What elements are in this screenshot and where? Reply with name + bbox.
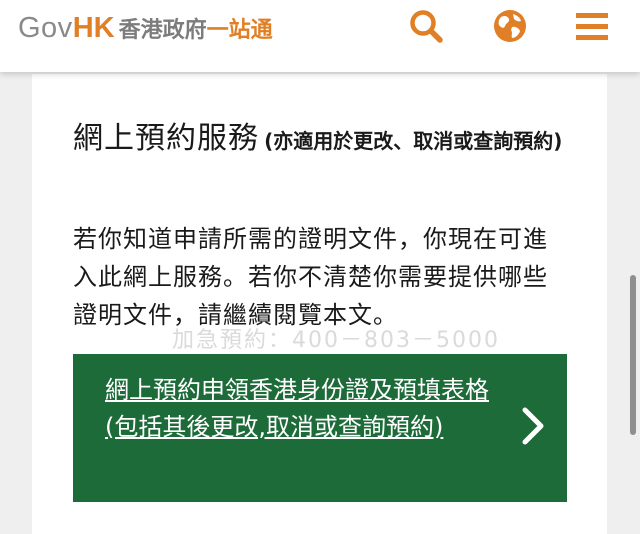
- section-title-note: (亦適用於更改、取消或查詢預約): [264, 129, 563, 153]
- section-title-main: 網上預約服務: [73, 121, 259, 156]
- language-button[interactable]: [488, 4, 532, 48]
- search-button[interactable]: [404, 4, 448, 48]
- scrollbar[interactable]: [630, 275, 636, 435]
- menu-button[interactable]: [570, 4, 614, 48]
- watermark-text: 加急預約：400－803－5000: [172, 328, 500, 353]
- intro-paragraph: 若你知道申請所需的證明文件，你現在可進入此網上服務。若你不清楚你需要提供哪些證明…: [73, 225, 548, 329]
- logo-gov-text: Gov: [18, 12, 73, 44]
- logo-chinese-name-accent: 一站通: [206, 18, 273, 43]
- logo-hk-text: HK: [72, 12, 115, 44]
- content-card: 網上預約服務 (亦適用於更改、取消或查詢預約) 若你知道申請所需的證明文件，你現…: [32, 74, 607, 534]
- site-header: Gov HK 香港政府 一站通: [0, 0, 640, 72]
- chevron-right-icon: [522, 407, 544, 445]
- online-appointment-link[interactable]: 網上預約申領香港身份證及預填表格 (包括其後更改,取消或查詢預約): [105, 372, 505, 446]
- globe-icon: [494, 10, 526, 42]
- logo-chinese-name: 香港政府: [118, 18, 207, 43]
- govhk-logo[interactable]: Gov HK 香港政府 一站通: [18, 12, 273, 44]
- menu-icon: [576, 13, 608, 40]
- online-appointment-button[interactable]: 網上預約申領香港身份證及預填表格 (包括其後更改,取消或查詢預約): [73, 354, 567, 502]
- search-icon: [410, 10, 443, 43]
- section-title: 網上預約服務 (亦適用於更改、取消或查詢預約): [73, 107, 573, 174]
